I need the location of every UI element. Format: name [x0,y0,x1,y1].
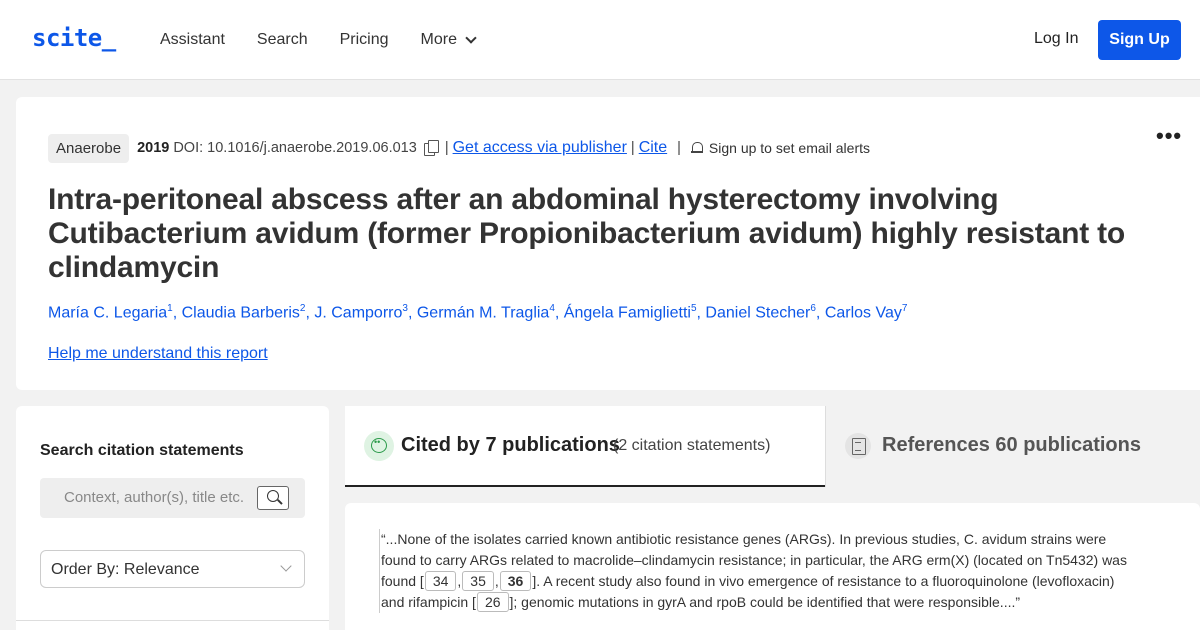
paper-title: Intra-peritoneal abscess after an abdomi… [48,183,1126,284]
author-link[interactable]: María C. Legaria [48,304,167,321]
search-button[interactable] [257,486,289,510]
journal-badge[interactable]: Anaerobe [48,133,130,163]
chevron-down-icon [465,32,477,44]
search-citations-heading: Search citation statements [40,442,244,459]
signup-button[interactable]: Sign Up [1098,20,1181,60]
tab-cited-by[interactable]: Cited by 7 publications (2 citation stat… [345,406,825,487]
more-options-icon[interactable]: ••• [1156,123,1182,149]
search-placeholder: Context, author(s), title etc. [64,489,245,506]
order-by-value: Order By: Relevance [51,561,200,578]
paper-meta-row: Anaerobe 2019 DOI: 10.1016/j.anaerobe.20… [48,133,870,163]
chevron-down-icon [280,560,292,572]
search-icon [267,490,279,502]
author-list: María C. Legaria1, Claudia Barberis2, J.… [48,303,908,322]
author-link[interactable]: Carlos Vay [825,304,902,321]
reference-number[interactable]: 34 [424,571,457,591]
chat-bubble-icon [364,431,394,461]
doi-text: DOI: 10.1016/j.anaerobe.2019.06.013 [173,140,417,156]
login-link[interactable]: Log In [1034,30,1078,48]
nav-assistant[interactable]: Assistant [160,31,225,49]
main-nav: Assistant Search Pricing More [160,0,507,80]
document-icon [845,433,871,459]
author-affiliation: 7 [901,303,908,314]
top-navigation-bar: scite_ Assistant Search Pricing More Log… [0,0,1200,80]
publication-year: 2019 [137,140,170,156]
cite-link[interactable]: Cite [639,139,667,157]
bell-icon[interactable] [690,141,703,155]
quote-text: ]; genomic mutations in gyrA and rpoB co… [509,594,1021,610]
tab-references[interactable]: References 60 publications [825,406,1200,487]
citation-search-input[interactable]: Context, author(s), title etc. [40,478,305,518]
citation-statement-count: (2 citation statements) [613,437,771,454]
nav-more[interactable]: More [420,31,477,49]
references-label: References 60 publications [882,434,1141,456]
nav-pricing[interactable]: Pricing [340,31,389,49]
nav-more-label: More [420,31,457,48]
author-link[interactable]: J. Camporro [314,304,402,321]
meta-separator: | [630,140,635,156]
author-link[interactable]: Claudia Barberis [182,304,300,321]
citation-tabs: Cited by 7 publications (2 citation stat… [345,406,1200,487]
reference-number[interactable]: 26 [476,592,509,612]
cited-by-label: Cited by 7 publications [401,434,620,456]
reference-number-highlighted[interactable]: 36 [499,571,532,591]
email-alert-link[interactable]: Sign up to set email alerts [709,140,870,156]
author-link[interactable]: Daniel Stecher [705,304,810,321]
author-link[interactable]: Germán M. Traglia [417,304,549,321]
reference-number[interactable]: 35 [462,571,494,591]
help-understand-link[interactable]: Help me understand this report [48,345,268,363]
meta-separator: | [677,140,681,156]
citation-quote: “...None of the isolates carried known a… [379,529,1139,613]
scite-logo[interactable]: scite_ [32,24,116,52]
divider [16,620,329,621]
copy-icon[interactable] [423,140,439,156]
paper-details-card: Anaerobe 2019 DOI: 10.1016/j.anaerobe.20… [16,97,1200,390]
get-access-link[interactable]: Get access via publisher [453,139,627,157]
nav-search[interactable]: Search [257,31,308,49]
meta-separator: | [444,140,449,156]
citation-statement-card: “...None of the isolates carried known a… [345,503,1200,630]
citation-filter-sidebar: Search citation statements Context, auth… [16,406,329,630]
order-by-select[interactable]: Order By: Relevance [40,550,305,588]
author-link[interactable]: Ángela Famiglietti [564,304,691,321]
